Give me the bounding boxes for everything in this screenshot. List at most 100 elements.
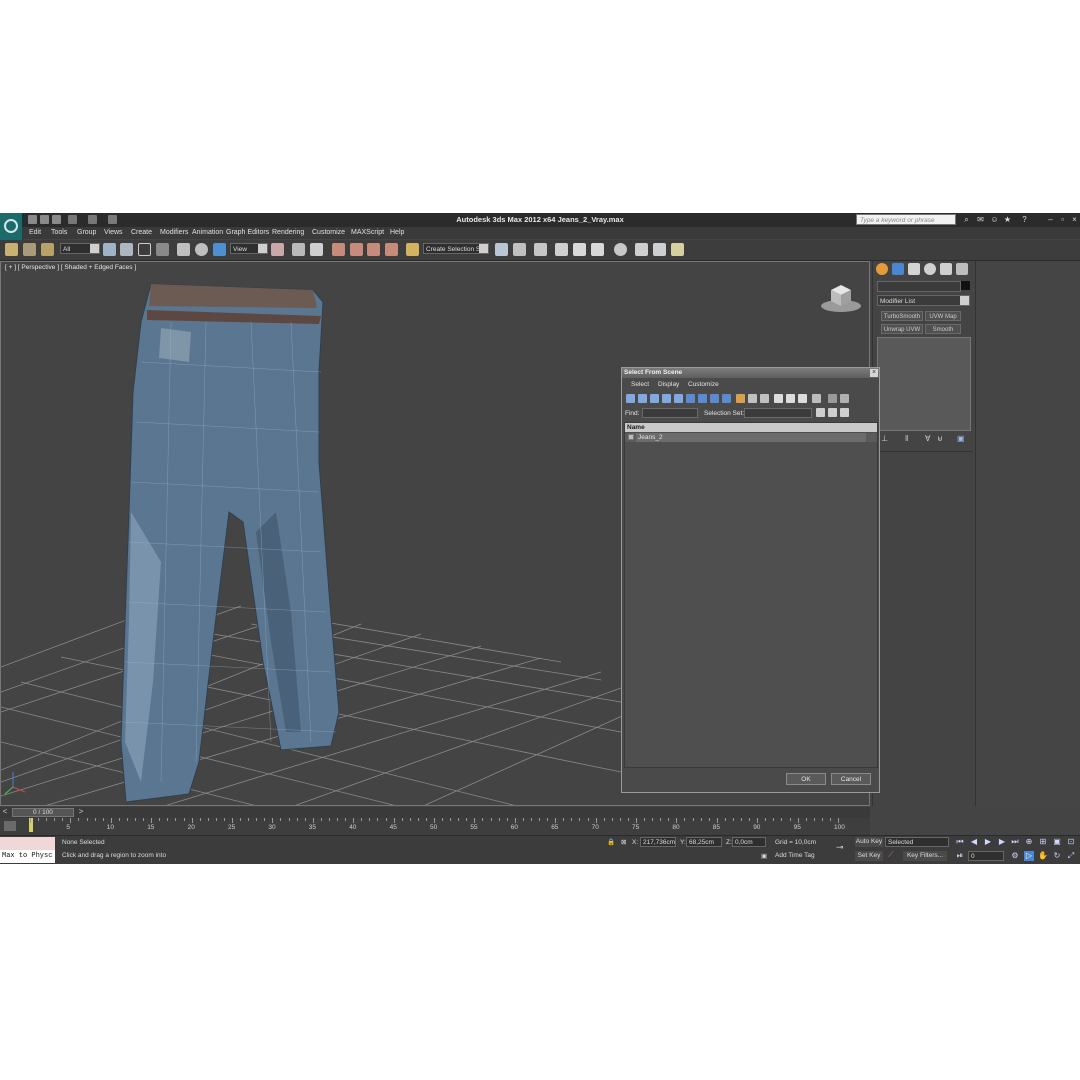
menu-edit[interactable]: Edit <box>29 229 41 236</box>
play-icon[interactable]: ▶ <box>983 837 993 847</box>
viewcube[interactable] <box>819 280 863 314</box>
maxscript-mini-listener[interactable]: Max to Physc <box>0 850 55 863</box>
lock-icon[interactable]: 🔒 <box>607 838 615 846</box>
rectangular-selection-icon[interactable] <box>138 243 151 256</box>
cancel-button[interactable]: Cancel <box>831 773 871 785</box>
keyboard-shortcut-override-icon[interactable] <box>310 243 323 256</box>
object-name[interactable]: Jeans_2 <box>636 433 866 442</box>
show-end-result-icon[interactable]: ‖ <box>905 434 913 443</box>
uvw-map-button[interactable]: UVW Map <box>925 311 961 321</box>
make-unique-icon[interactable]: ∀ <box>925 434 933 443</box>
add-time-tag[interactable]: Add Time Tag <box>775 852 815 859</box>
remove-from-selection-set-icon[interactable] <box>840 408 849 417</box>
percent-snap-icon[interactable] <box>367 243 380 256</box>
zoom-extents-all-icon[interactable]: ⊡ <box>1066 837 1076 847</box>
motion-tab-icon[interactable] <box>924 263 936 275</box>
smooth-button[interactable]: Smooth <box>925 324 961 334</box>
mirror-icon[interactable] <box>495 243 508 256</box>
select-invert-icon[interactable] <box>798 394 807 403</box>
filter-icon[interactable] <box>828 394 837 403</box>
display-groups-icon[interactable] <box>698 394 707 403</box>
display-space-warps-icon[interactable] <box>686 394 695 403</box>
configure-modifier-sets-icon[interactable]: ▣ <box>957 434 965 443</box>
filter-options-icon[interactable] <box>840 394 849 403</box>
sync-selection-icon[interactable] <box>812 394 821 403</box>
next-frame-icon[interactable]: > <box>76 807 86 817</box>
display-xrefs-icon[interactable] <box>710 394 719 403</box>
graphite-ribbon-icon[interactable] <box>555 243 568 256</box>
rotate-icon[interactable] <box>195 243 208 256</box>
display-shapes-icon[interactable] <box>638 394 647 403</box>
menu-modifiers[interactable]: Modifiers <box>160 229 188 236</box>
minimize-icon[interactable]: – <box>1046 215 1055 224</box>
remove-modifier-icon[interactable]: ⊌ <box>937 434 945 443</box>
object-list[interactable]: Name Jeans_2 <box>624 422 878 768</box>
render-production-icon[interactable] <box>671 243 684 256</box>
y-coordinate-field[interactable]: 68,25cm <box>686 837 722 847</box>
communication-icon[interactable]: ☺ <box>990 215 999 224</box>
edit-named-selection-icon[interactable] <box>406 243 419 256</box>
dialog-menu-display[interactable]: Display <box>658 381 679 388</box>
display-helpers-icon[interactable] <box>674 394 683 403</box>
create-tab-icon[interactable] <box>876 263 888 275</box>
curve-editor-icon[interactable] <box>573 243 586 256</box>
menu-help[interactable]: Help <box>390 229 404 236</box>
scale-icon[interactable] <box>213 243 226 256</box>
display-all-icon[interactable] <box>736 394 745 403</box>
create-selection-set-icon[interactable] <box>816 408 825 417</box>
reference-coordinate-dropdown[interactable]: View <box>230 243 268 254</box>
search-input[interactable]: Type a keyword or phrase <box>856 214 956 225</box>
menu-create[interactable]: Create <box>131 229 152 236</box>
selection-set-dropdown[interactable] <box>744 408 812 418</box>
dialog-close-icon[interactable]: × <box>870 369 878 377</box>
help-icon[interactable]: ? <box>1020 215 1029 224</box>
previous-key-icon[interactable]: ◀ <box>969 837 979 847</box>
list-item[interactable]: Jeans_2 <box>625 433 877 442</box>
layer-manager-icon[interactable] <box>534 243 547 256</box>
invert-display-icon[interactable] <box>760 394 769 403</box>
snaps-toggle-icon[interactable] <box>332 243 345 256</box>
ok-button[interactable]: OK <box>786 773 826 785</box>
unlink-selection-icon[interactable] <box>23 243 36 256</box>
x-coordinate-field[interactable]: 217,736cm <box>640 837 676 847</box>
move-icon[interactable] <box>177 243 190 256</box>
menu-graph-editors[interactable]: Graph Editors <box>226 229 269 236</box>
time-configuration-icon[interactable]: ⚙ <box>1010 851 1020 861</box>
select-all-icon[interactable] <box>774 394 783 403</box>
go-to-end-icon[interactable]: ⏭ <box>1010 837 1020 847</box>
orbit-icon[interactable]: ↻ <box>1052 851 1062 861</box>
angle-snap-icon[interactable] <box>350 243 363 256</box>
modifier-stack[interactable] <box>877 337 971 431</box>
maximize-viewport-icon[interactable]: ⤢ <box>1066 851 1076 861</box>
menu-customize[interactable]: Customize <box>312 229 345 236</box>
application-button[interactable] <box>0 213 23 240</box>
auto-key-button[interactable]: Auto Key <box>855 837 883 847</box>
dialog-menu-customize[interactable]: Customize <box>688 381 719 388</box>
set-key-button[interactable]: Set Key <box>855 851 883 861</box>
window-crossing-icon[interactable] <box>156 243 169 256</box>
display-none-icon[interactable] <box>748 394 757 403</box>
z-coordinate-field[interactable]: 0,0cm <box>732 837 766 847</box>
select-object-icon[interactable] <box>103 243 116 256</box>
curve-editor-mini-icon[interactable] <box>4 821 16 831</box>
select-by-name-icon[interactable] <box>120 243 133 256</box>
modify-tab-icon[interactable] <box>892 263 904 275</box>
menu-rendering[interactable]: Rendering <box>272 229 304 236</box>
close-icon[interactable]: × <box>1070 215 1079 224</box>
name-column-header[interactable]: Name <box>625 423 877 432</box>
named-selection-dropdown[interactable]: Create Selection Se <box>423 243 489 254</box>
menu-animation[interactable]: Animation <box>192 229 223 236</box>
next-key-icon[interactable]: ▶ <box>997 837 1007 847</box>
find-input[interactable] <box>642 408 698 418</box>
track-bar[interactable]: 5 10 15 20 25 30 35 40 45 50 55 60 65 70 75 80 85 90 95 100 <box>0 818 870 835</box>
set-key-icon[interactable]: ⟋ <box>888 850 894 860</box>
turbosmooth-button[interactable]: TurboSmooth <box>881 311 923 321</box>
pin-stack-icon[interactable]: ⊥ <box>881 434 889 443</box>
render-setup-icon[interactable] <box>635 243 648 256</box>
select-and-link-icon[interactable] <box>5 243 18 256</box>
material-editor-icon[interactable] <box>614 243 627 256</box>
zoom-extents-icon[interactable]: ▣ <box>1052 837 1062 847</box>
menu-maxscript[interactable]: MAXScript <box>351 229 384 236</box>
menu-views[interactable]: Views <box>104 229 123 236</box>
object-color-swatch[interactable] <box>961 281 970 290</box>
